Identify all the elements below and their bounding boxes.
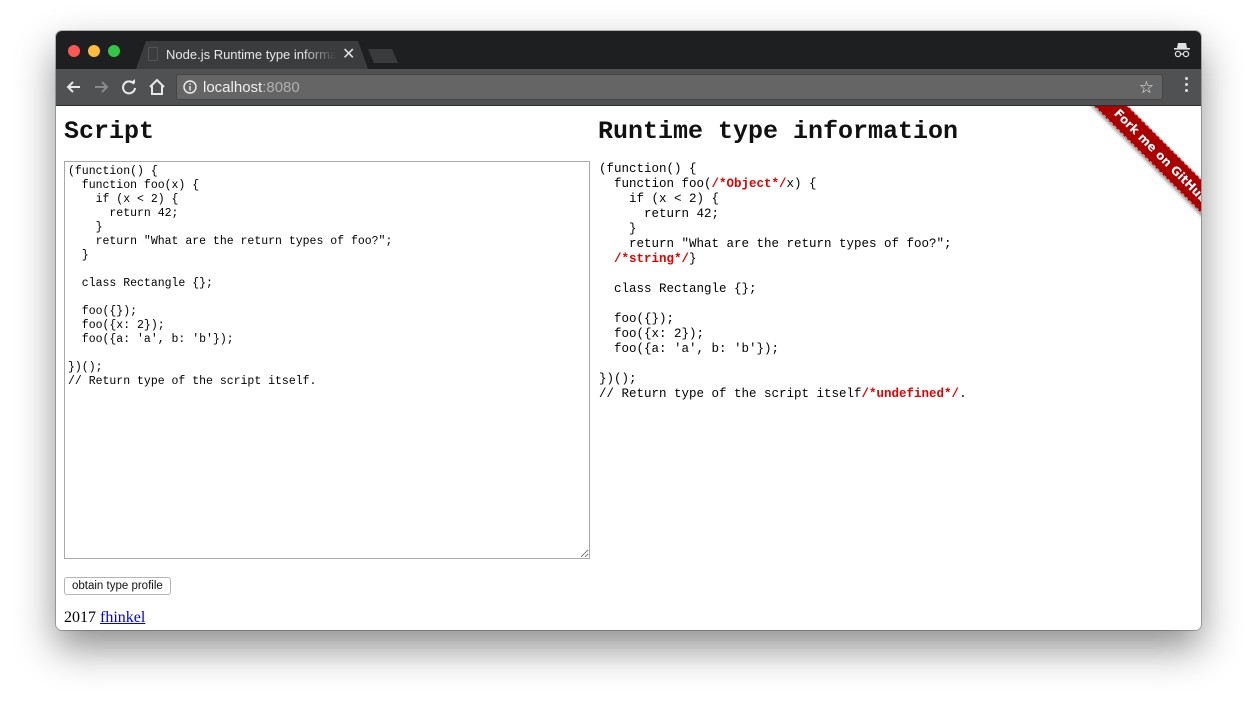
- output-line: function foo(: [599, 177, 712, 191]
- minimize-window-button[interactable]: [88, 45, 100, 57]
- output-line: })();: [599, 372, 637, 386]
- output-line: if (x < 2) {: [599, 192, 720, 206]
- document-icon: [148, 47, 158, 61]
- tab-close-icon[interactable]: ✕: [342, 44, 355, 64]
- address-bar[interactable]: localhost:8080 ☆: [176, 74, 1163, 100]
- bookmark-star-icon[interactable]: ☆: [1139, 78, 1154, 98]
- info-icon[interactable]: [183, 80, 197, 94]
- output-line: x) {: [786, 177, 817, 191]
- script-editor[interactable]: (function() { function foo(x) { if (x < …: [64, 161, 590, 559]
- output-line: return 42;: [599, 207, 720, 221]
- output-line: (function() {: [599, 162, 697, 176]
- tab-bar: Node.js Runtime type information ✕: [56, 31, 1201, 69]
- output-line: }: [599, 222, 637, 236]
- close-window-button[interactable]: [68, 45, 80, 57]
- output-line: .: [959, 387, 967, 401]
- page-content: Script Runtime type information (functio…: [56, 106, 1201, 630]
- type-annotation: /*undefined*/: [861, 387, 960, 401]
- url-text: localhost:8080: [203, 79, 300, 96]
- footer: 2017 fhinkel: [64, 609, 145, 627]
- home-icon[interactable]: [147, 77, 167, 97]
- tab-title: Node.js Runtime type information: [166, 47, 336, 62]
- browser-menu-icon[interactable]: [1185, 77, 1189, 95]
- footer-year: 2017: [64, 609, 96, 626]
- url-host: localhost: [203, 79, 263, 96]
- incognito-icon: [1174, 43, 1190, 58]
- output-line: foo({a: 'a', b: 'b'});: [599, 342, 780, 356]
- forward-arrow-icon[interactable]: [91, 77, 111, 97]
- runtime-heading: Runtime type information: [598, 117, 959, 146]
- runtime-output: (function() { function foo(/*Object*/x) …: [599, 162, 967, 402]
- new-tab-button[interactable]: [368, 49, 398, 63]
- back-arrow-icon[interactable]: [64, 77, 84, 97]
- output-line: class Rectangle {};: [599, 282, 757, 296]
- output-line: foo({});: [599, 312, 675, 326]
- github-ribbon-container: Fork me on GitHub: [1052, 106, 1201, 255]
- output-line: return "What are the return types of foo…: [599, 237, 952, 251]
- browser-window: Node.js Runtime type information ✕: [56, 31, 1201, 630]
- type-annotation: /*Object*/: [711, 177, 787, 191]
- type-annotation: /*string*/: [614, 252, 690, 266]
- output-line: }: [689, 252, 697, 266]
- browser-toolbar: localhost:8080 ☆: [56, 69, 1201, 106]
- reload-icon[interactable]: [119, 77, 139, 97]
- fork-me-on-github-ribbon[interactable]: Fork me on GitHub: [1078, 106, 1201, 239]
- output-line: // Return type of the script itself: [599, 387, 862, 401]
- script-heading: Script: [64, 117, 155, 146]
- author-link[interactable]: fhinkel: [100, 609, 145, 626]
- url-port: :8080: [262, 79, 300, 96]
- tab-active[interactable]: Node.js Runtime type information ✕: [136, 41, 368, 69]
- maximize-window-button[interactable]: [108, 45, 120, 57]
- obtain-type-profile-button[interactable]: obtain type profile: [64, 577, 171, 595]
- output-line: foo({x: 2});: [599, 327, 705, 341]
